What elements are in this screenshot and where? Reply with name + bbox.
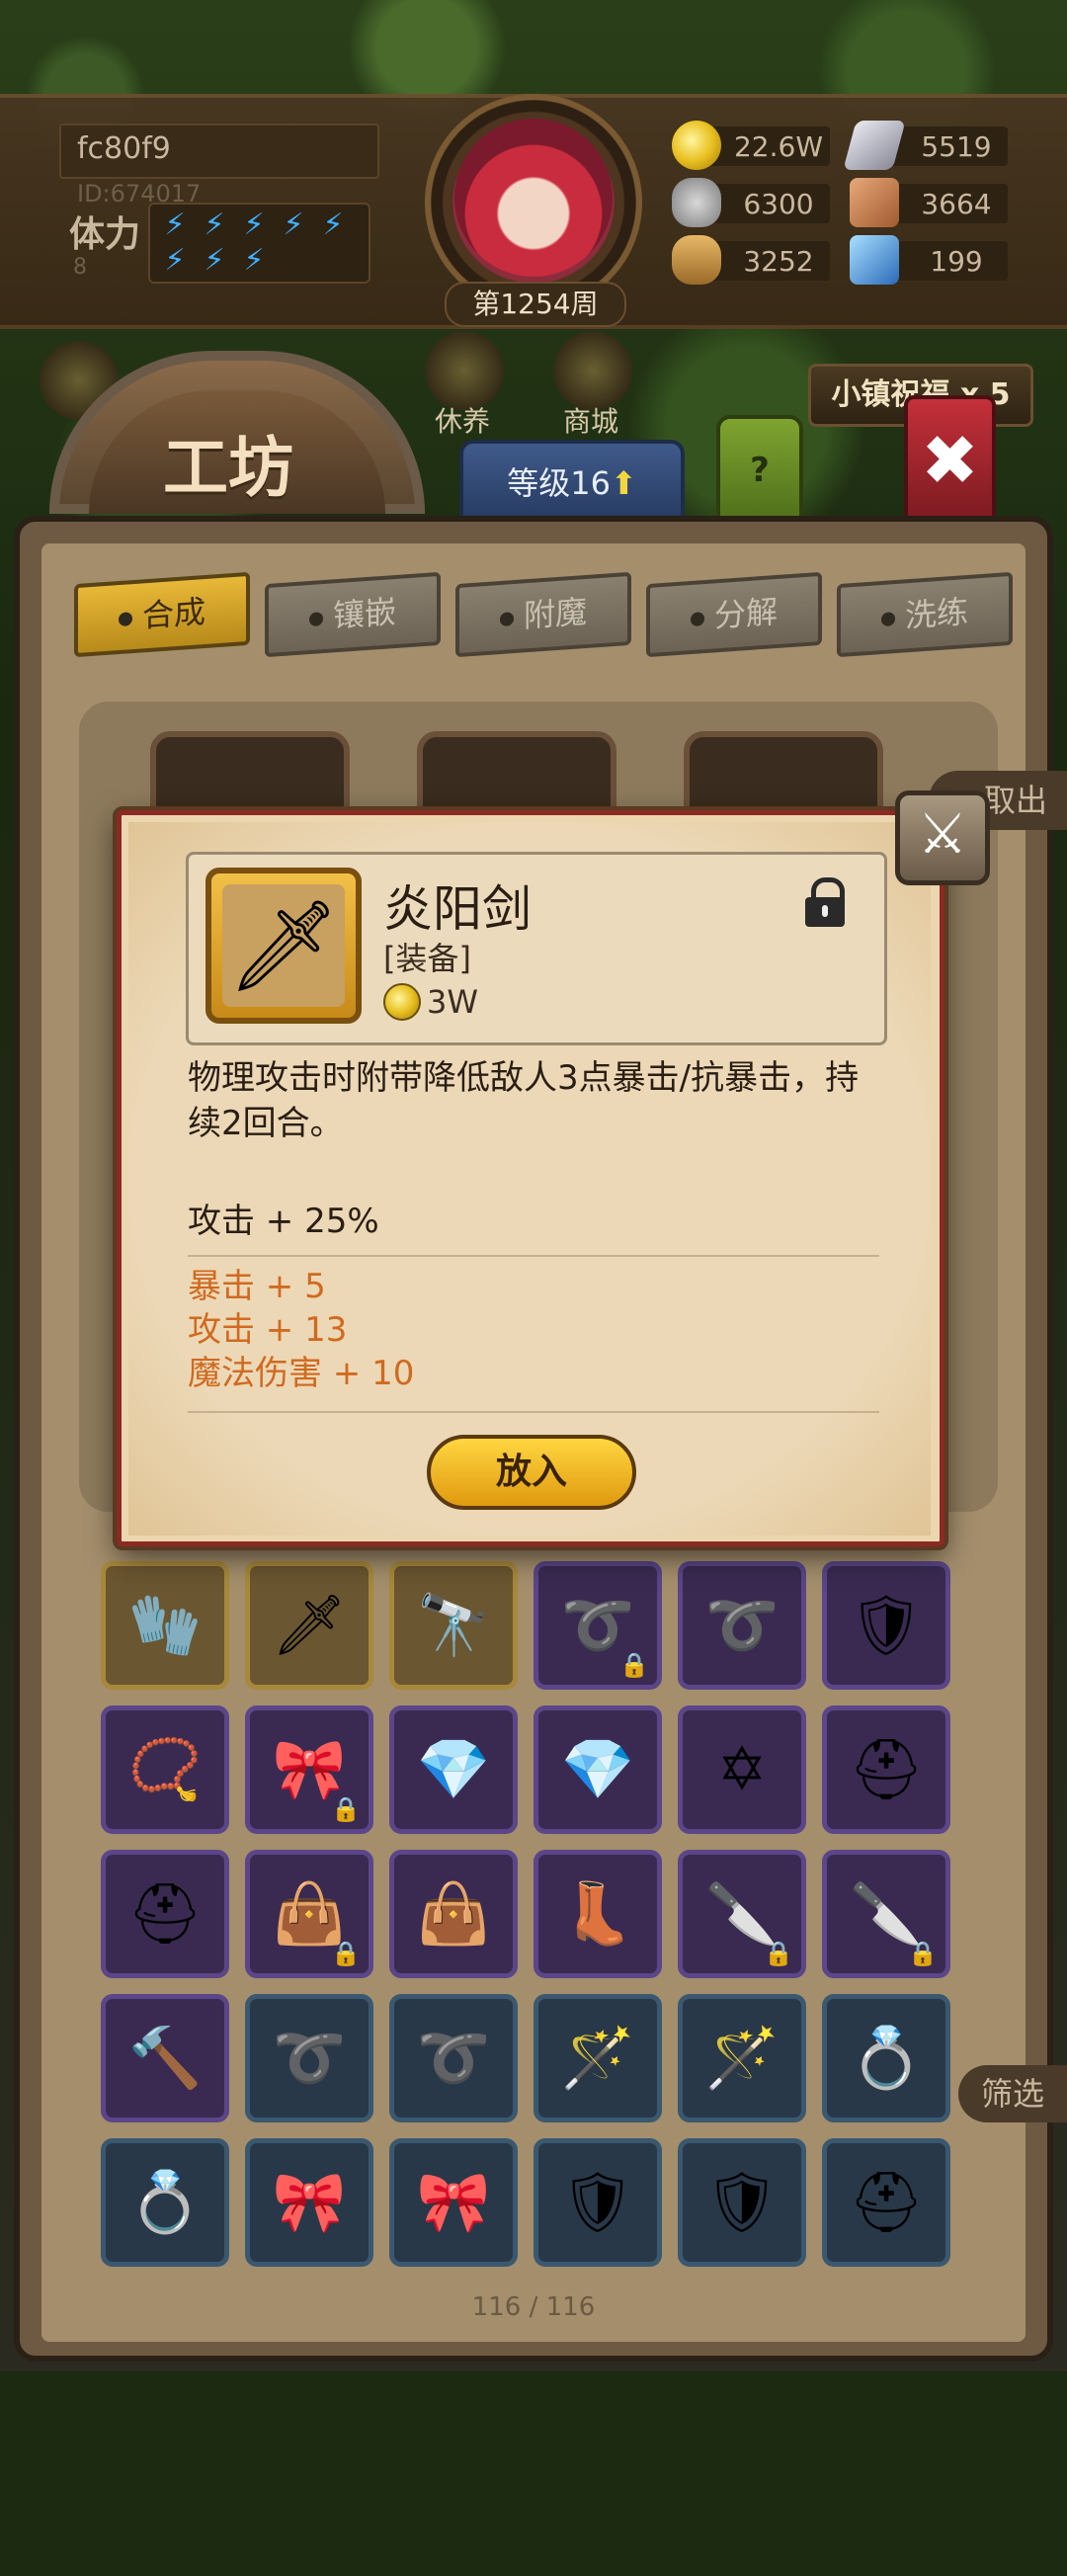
padlock-body (805, 897, 845, 927)
unlock-icon[interactable] (805, 877, 845, 927)
popup-close-button[interactable]: ⚔ (895, 790, 990, 885)
item-name: 炎阳剑 (383, 880, 532, 938)
item-price-value: 3W (427, 983, 478, 1021)
divider (188, 1255, 879, 1257)
item-description: 物理攻击时附带降低敌人3点暴击/抗暴击，持续2回合。 (188, 1058, 860, 1143)
sword-icon: 🗡 (222, 884, 345, 1007)
bonus-stat: 暴击 + 5 (188, 1267, 326, 1306)
main-stat: 攻击 + 25% (188, 1202, 379, 1241)
put-in-button[interactable]: 放入 (427, 1435, 636, 1510)
item-price: 3W (383, 983, 478, 1021)
item-type: [装备] (383, 940, 471, 977)
crossed-swords-icon: ⚔ (917, 802, 968, 867)
gold-coin-icon (383, 983, 421, 1021)
bonus-stat: 攻击 + 13 (188, 1310, 348, 1350)
item-icon-frame: 🗡 (205, 868, 362, 1024)
divider (188, 1411, 879, 1413)
bonus-stat: 魔法伤害 + 10 (188, 1354, 415, 1393)
